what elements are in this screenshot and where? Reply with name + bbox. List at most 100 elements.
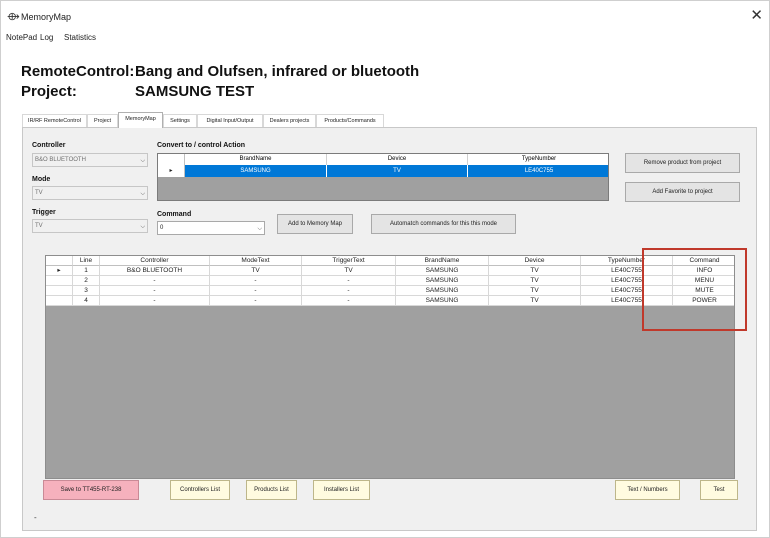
cell-modetext: - [210,276,302,286]
memorymap-tab-panel: Controller B&O BLUETOOTH ⌵ Mode TV ⌵ Tri… [22,127,757,531]
automatch-button[interactable]: Automatch commands for this this mode [371,214,516,234]
cell-line: 4 [73,296,100,306]
trigger-label: Trigger [32,209,56,216]
window-title: MemoryMap [21,12,72,22]
cell-brandname: SAMSUNG [396,286,489,296]
close-button[interactable]: ✕ [750,8,763,24]
products-list-button[interactable]: Products List [246,480,297,500]
menu-notepad[interactable]: NotePad [6,33,37,43]
menu-bar: NotePad Log Statistics [1,31,769,45]
cell-triggertext: - [302,276,396,286]
convert-label: Convert to / control Action [157,142,246,149]
convert-action-grid[interactable]: BrandName Device TypeNumber ▸ SAMSUNG TV… [157,153,609,201]
installers-list-button[interactable]: Installers List [313,480,370,500]
remote-control-value: Bang and Olufsen, infrared or bluetooth [135,63,420,80]
row-header-cell [46,276,73,286]
chevron-down-icon: ⌵ [140,224,145,230]
cell-line: 3 [73,286,100,296]
row-pointer-icon: ▸ [158,165,185,177]
trigger-select-value: TV [35,223,43,229]
memory-map-grid[interactable]: Line Controller ModeText TriggerText Bra… [45,255,735,479]
convert-header-device: Device [327,154,468,165]
convert-cell-device: TV [327,165,468,177]
add-favorite-button[interactable]: Add Favorite to project [625,182,740,202]
cell-device: TV [489,296,581,306]
row-header-cell [46,286,73,296]
cell-modetext: - [210,286,302,296]
grid-header-controller: Controller [100,256,210,266]
memory-grid-header: Line Controller ModeText TriggerText Bra… [46,256,734,266]
text-numbers-button[interactable]: Text / Numbers [615,480,680,500]
grid-header-brandname: BrandName [396,256,489,266]
mode-label: Mode [32,176,51,183]
tab-dealers-projects[interactable]: Dealers projects [263,114,316,127]
command-select[interactable]: 0 ⌵ [157,221,265,235]
cell-triggertext: TV [302,266,396,276]
table-row[interactable]: 4 - - - SAMSUNG TV LE40C755 POWER [46,296,734,306]
convert-grid-row[interactable]: ▸ SAMSUNG TV LE40C755 [158,165,608,177]
convert-cell-brandname: SAMSUNG [185,165,327,177]
cell-controller: - [100,286,210,296]
convert-header-brandname: BrandName [185,154,327,165]
chevron-down-icon: ⌵ [140,158,145,164]
grid-header-line: Line [73,256,100,266]
cell-brandname: SAMSUNG [396,276,489,286]
cell-device: TV [489,276,581,286]
convert-grid-header: BrandName Device TypeNumber [158,154,608,165]
memorymap-window: ⟴ MemoryMap ✕ NotePad Log Statistics Rem… [0,0,770,538]
remote-control-icon: ⟴ [7,11,20,23]
controller-label: Controller [32,142,66,149]
save-button[interactable]: Save to TT455-RT-238 [43,480,139,500]
title-bar: ⟴ MemoryMap ✕ [1,1,769,31]
project-label: Project: [21,83,77,100]
cell-device: TV [489,266,581,276]
table-row[interactable]: ▸ 1 B&O BLUETOOTH TV TV SAMSUNG TV LE40C… [46,266,734,276]
cell-line: 1 [73,266,100,276]
tab-strip: IR/RF RemoteControl Project MemoryMap Se… [22,112,742,128]
trigger-select[interactable]: TV ⌵ [32,219,148,233]
tab-ir-rf-remotecontrol[interactable]: IR/RF RemoteControl [22,114,87,127]
controllers-list-button[interactable]: Controllers List [170,480,230,500]
chevron-down-icon: ⌵ [257,226,262,232]
tab-memorymap[interactable]: MemoryMap [118,112,163,128]
mode-select-value: TV [35,190,43,196]
status-text: - [34,513,37,522]
cell-brandname: SAMSUNG [396,296,489,306]
remote-control-label: RemoteControl: [21,63,135,80]
grid-header-triggertext: TriggerText [302,256,396,266]
row-pointer-icon: ▸ [46,266,73,276]
command-label: Command [157,211,192,218]
command-select-value: 0 [160,225,164,231]
mode-select[interactable]: TV ⌵ [32,186,148,200]
test-button[interactable]: Test [700,480,738,500]
tab-products-commands[interactable]: Products/Commands [316,114,384,127]
cell-triggertext: - [302,296,396,306]
controller-select[interactable]: B&O BLUETOOTH ⌵ [32,153,148,167]
grid-header-modetext: ModeText [210,256,302,266]
menu-log[interactable]: Log [40,33,53,43]
grid-header-device: Device [489,256,581,266]
cell-line: 2 [73,276,100,286]
cell-modetext: - [210,296,302,306]
cell-controller: - [100,296,210,306]
cell-controller: - [100,276,210,286]
tab-settings[interactable]: Settings [163,114,197,127]
remove-product-button[interactable]: Remove product from project [625,153,740,173]
cell-modetext: TV [210,266,302,276]
convert-header-typenumber: TypeNumber [521,156,557,162]
row-header-cell [46,296,73,306]
add-to-memory-map-button[interactable]: Add to Memory Map [277,214,353,234]
row-header-cell [158,154,185,165]
project-value: SAMSUNG TEST [135,83,255,100]
cell-triggertext: - [302,286,396,296]
command-column-highlight [642,248,747,331]
menu-statistics[interactable]: Statistics [64,33,96,43]
tab-project[interactable]: Project [87,114,118,127]
cell-brandname: SAMSUNG [396,266,489,276]
tab-digital-input-output[interactable]: Digital Input/Output [197,114,263,127]
row-header-cell [46,256,73,266]
table-row[interactable]: 2 - - - SAMSUNG TV LE40C755 MENU [46,276,734,286]
table-row[interactable]: 3 - - - SAMSUNG TV LE40C755 MUTE [46,286,734,296]
cell-device: TV [489,286,581,296]
chevron-down-icon: ⌵ [140,191,145,197]
